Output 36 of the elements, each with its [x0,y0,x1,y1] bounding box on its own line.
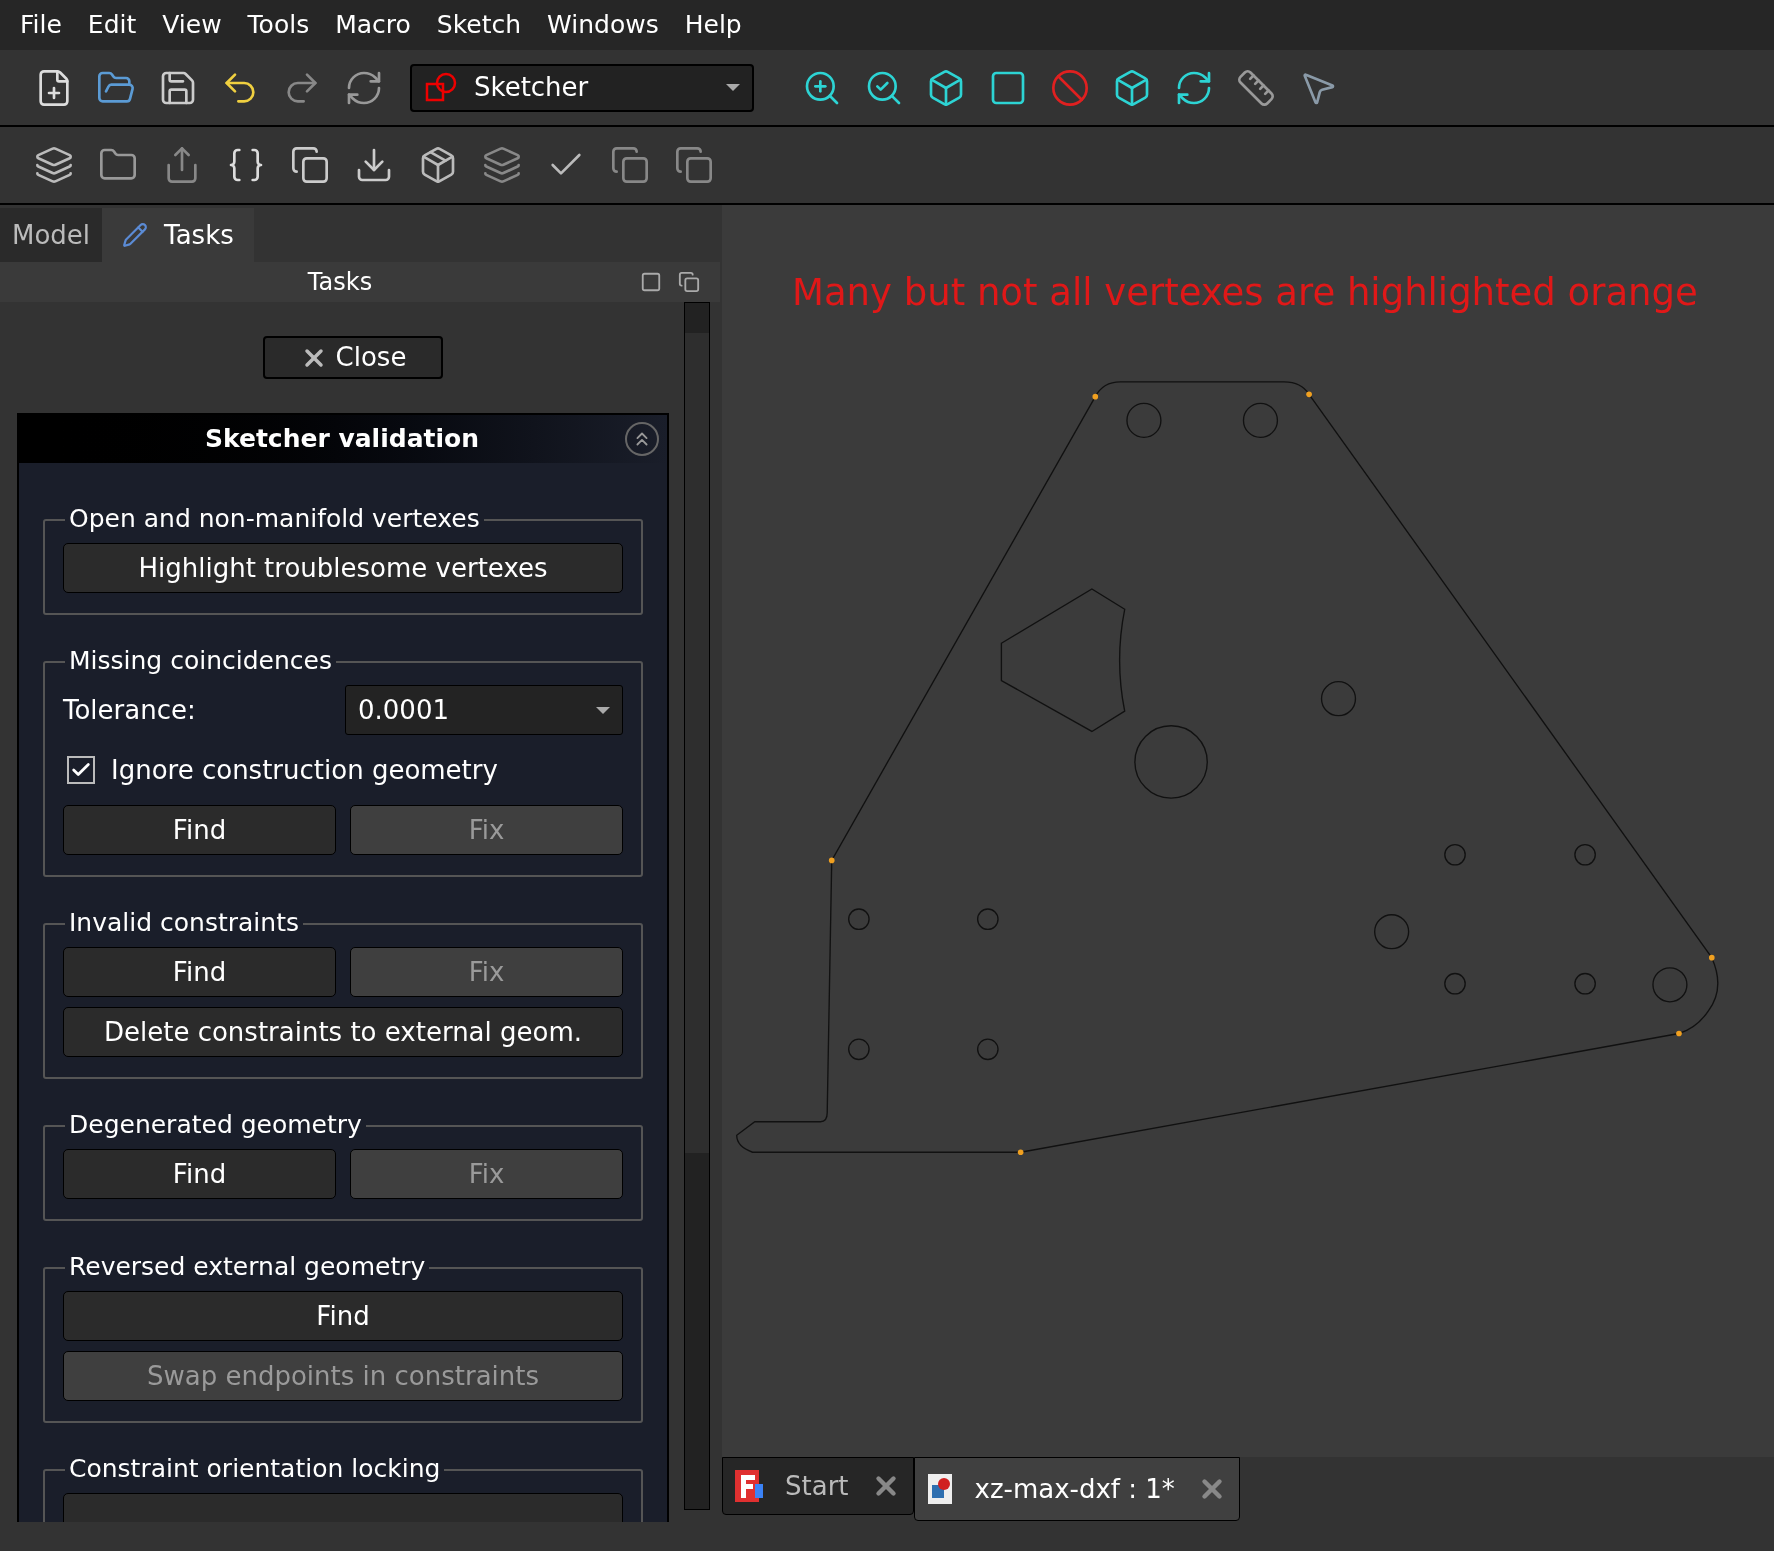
document-icon [926,1473,953,1505]
document-tab[interactable]: xz-max-dxf : 1* [913,1457,1240,1521]
panel-title: Tasks [306,267,374,298]
document-tab[interactable]: Start [722,1457,914,1515]
menu-item[interactable]: Edit [87,6,137,44]
panel-tab[interactable]: Model [0,208,103,262]
action-button[interactable]: Find [63,947,336,997]
menu-item[interactable]: File [20,6,62,44]
action-button[interactable]: Find [63,805,336,855]
logo-icon [735,1470,763,1502]
field-label: Tolerance: [63,693,197,727]
sketch-icon [424,71,458,104]
caret-icon [596,706,610,714]
float-icon [640,271,662,293]
undock-icon [678,271,700,293]
menu-item[interactable]: Windows [547,6,659,44]
action-button[interactable]: Find [63,1149,336,1199]
section-title: Sketcher validation [203,423,480,456]
menu-item[interactable]: Macro [335,6,411,44]
action-button[interactable]: Find [63,1291,623,1341]
close-button[interactable]: Close [263,336,443,379]
action-button[interactable]: Delete constraints to external geom. [63,1007,623,1057]
checkbox-label: Ignore construction geometry [111,753,498,787]
caret-icon [726,84,740,91]
menu-item[interactable]: Help [684,6,742,44]
panel-tab[interactable]: Tasks [102,208,254,262]
menu-item[interactable]: Sketch [436,6,522,44]
menu-item[interactable]: Tools [247,6,310,44]
action-button[interactable]: Highlight troublesome vertexes [63,543,623,593]
workbench-dropdown[interactable]: Sketcher [410,63,754,112]
checkbox[interactable] [67,756,95,784]
tolerance-combo[interactable]: 0.0001 [345,685,623,735]
annotation-text: Many but not all vertexes are highlighted orange [792,270,1698,316]
collapse-icon[interactable] [625,422,659,456]
menu-item[interactable]: View [162,6,222,44]
pencil-icon [122,222,149,248]
